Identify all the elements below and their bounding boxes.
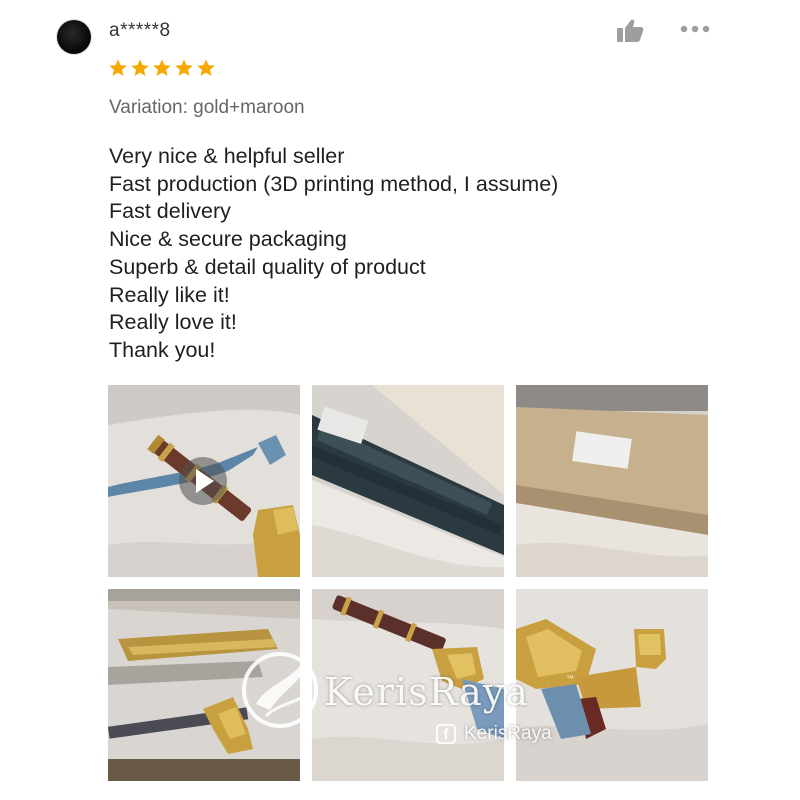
review-photo[interactable] <box>516 385 708 577</box>
review-media-grid <box>0 0 800 800</box>
review-photo[interactable] <box>312 385 504 577</box>
review-photo[interactable] <box>516 589 708 781</box>
review-photo[interactable] <box>312 589 504 781</box>
review-video-thumbnail[interactable] <box>108 385 300 577</box>
review-photo[interactable] <box>108 589 300 781</box>
